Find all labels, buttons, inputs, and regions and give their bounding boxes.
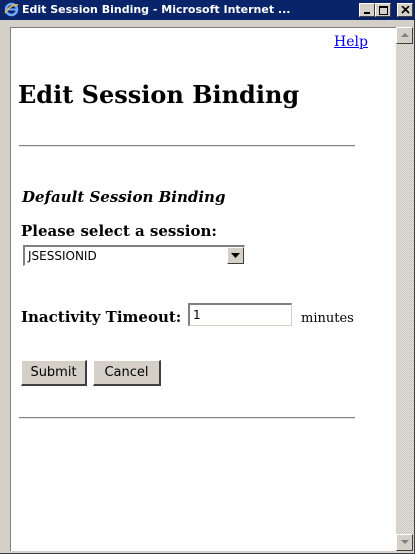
session-select-label: Please select a session: <box>21 222 217 240</box>
scroll-up-button[interactable] <box>396 27 413 44</box>
help-link[interactable]: Help <box>334 34 368 50</box>
close-button[interactable] <box>397 3 413 17</box>
browser-window: Edit Session Binding - Microsoft Interne… <box>0 0 415 554</box>
divider <box>19 145 355 147</box>
internet-explorer-icon <box>4 2 19 17</box>
vertical-scrollbar[interactable] <box>396 27 413 551</box>
minimize-button[interactable] <box>359 3 375 17</box>
arrow-down-icon <box>401 540 409 544</box>
title-bar[interactable]: Edit Session Binding - Microsoft Interne… <box>0 0 415 20</box>
chevron-down-icon <box>231 253 240 258</box>
timeout-label: Inactivity Timeout: <box>21 308 182 326</box>
submit-button[interactable]: Submit <box>21 360 87 386</box>
maximize-button[interactable] <box>375 3 391 17</box>
window-title: Edit Session Binding - Microsoft Interne… <box>22 3 291 16</box>
session-select-value: JSESSIONID <box>28 249 97 263</box>
scroll-down-button[interactable] <box>396 534 413 551</box>
section-heading: Default Session Binding <box>22 188 226 206</box>
arrow-up-icon <box>401 33 409 37</box>
page-title: Edit Session Binding <box>18 80 300 109</box>
dropdown-button[interactable] <box>227 247 244 264</box>
close-icon <box>401 6 410 14</box>
divider <box>19 417 355 419</box>
session-select[interactable]: JSESSIONID <box>23 245 245 266</box>
timeout-unit-label: minutes <box>301 311 354 326</box>
timeout-input[interactable] <box>188 303 292 326</box>
cancel-button[interactable]: Cancel <box>93 360 161 386</box>
